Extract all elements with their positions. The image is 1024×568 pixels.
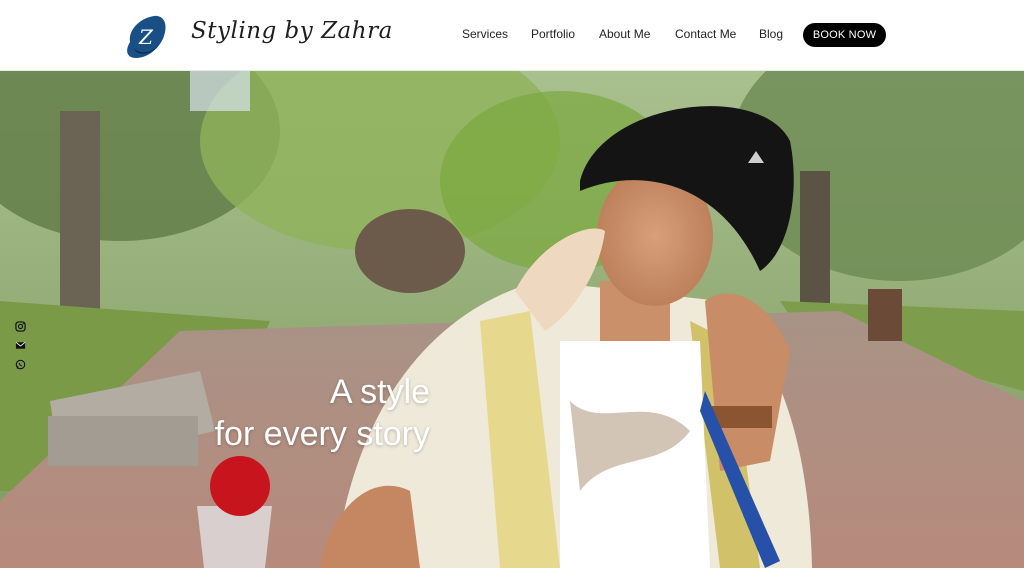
book-now-button[interactable]: BOOK NOW xyxy=(803,23,886,47)
whatsapp-icon[interactable] xyxy=(15,359,26,370)
nav-portfolio[interactable]: Portfolio xyxy=(531,27,575,41)
headline-line-1: A style xyxy=(329,373,430,411)
hero-headline: A style for every story xyxy=(150,371,430,455)
nav-services[interactable]: Services xyxy=(462,27,508,41)
hero-image xyxy=(0,71,1024,568)
site-header: Z Styling by Zahra Services Portfolio Ab… xyxy=(0,0,1024,71)
social-links xyxy=(15,321,29,378)
email-icon[interactable] xyxy=(15,340,26,351)
nav-about-me[interactable]: About Me xyxy=(599,27,650,41)
nav-blog[interactable]: Blog xyxy=(759,27,783,41)
headline-line-2: for every story xyxy=(214,415,430,453)
nav-contact-me[interactable]: Contact Me xyxy=(675,27,736,41)
instagram-icon[interactable] xyxy=(15,321,26,332)
hero-section: A style for every story xyxy=(0,71,1024,568)
